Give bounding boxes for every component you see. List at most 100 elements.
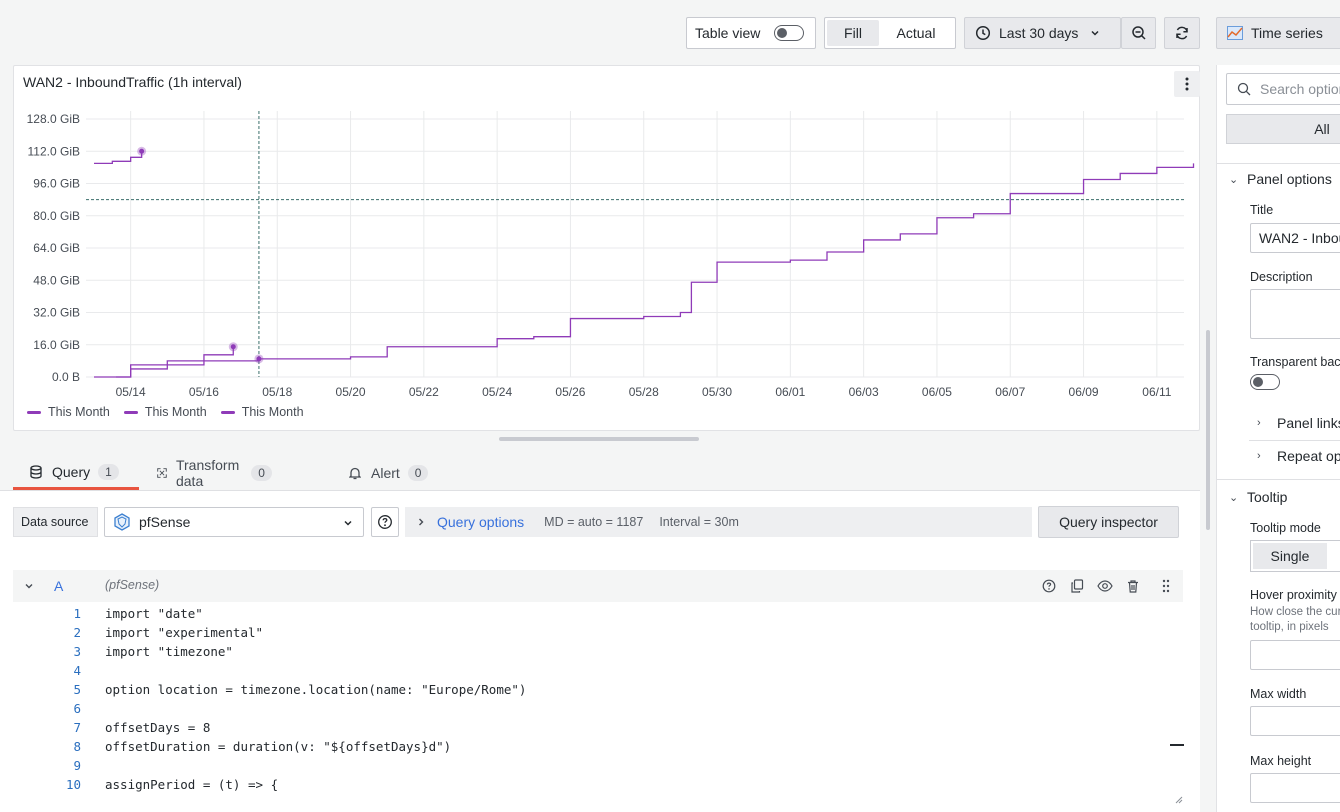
chevron-right-icon — [419, 518, 424, 526]
x-tick-label: 06/05 — [922, 385, 952, 399]
pane-resize-handle[interactable] — [499, 437, 699, 441]
drag-handle-icon[interactable] — [1161, 579, 1171, 593]
collapse-chevron-icon[interactable] — [24, 581, 34, 591]
query-row-header: A (pfSense) — [13, 570, 1183, 602]
max-height-label: Max height — [1250, 754, 1312, 768]
x-tick-label: 05/14 — [116, 385, 146, 399]
series-line — [94, 151, 143, 164]
divider — [1217, 479, 1340, 480]
legend-item[interactable]: This Month — [220, 405, 304, 419]
query-ref-id[interactable]: A — [54, 578, 63, 594]
legend-label: This Month — [48, 405, 110, 419]
legend-label: This Month — [144, 405, 207, 419]
query-options-bar[interactable]: Query options MD = auto = 1187 Interval … — [405, 507, 1032, 537]
transform-icon — [157, 468, 167, 478]
query-options-label[interactable]: Query options — [437, 514, 524, 530]
help-icon[interactable] — [1042, 579, 1056, 593]
code-text: offsetDuration = duration(v: "${offsetDa… — [105, 739, 452, 754]
table-view-toggle[interactable]: Table view — [686, 17, 816, 49]
hover-proximity-desc: How close the cursor must be to a point … — [1250, 606, 1340, 618]
transparent-toggle[interactable] — [1250, 374, 1280, 390]
y-tick-label: 16.0 GiB — [33, 338, 80, 352]
description-textarea[interactable] — [1250, 289, 1340, 339]
chart-panel: WAN2 - InboundTraffic (1h interval) 128.… — [13, 65, 1200, 431]
y-tick-label: 0.0 B — [52, 370, 80, 384]
line-number: 4 — [73, 663, 81, 678]
line-number: 1 — [73, 606, 81, 621]
time-series-chart[interactable]: 128.0 GiB 112.0 GiB 96.0 GiB 80.0 GiB 64.0 G… — [14, 66, 1201, 432]
max-data-points-text: MD = auto = 1187 — [544, 515, 644, 529]
legend-swatch — [27, 410, 41, 414]
table-view-label: Table view — [695, 25, 761, 41]
line-number: 7 — [73, 720, 81, 735]
options-resize-handle[interactable] — [1206, 330, 1210, 530]
tab-alert[interactable]: Alert 0 — [349, 456, 429, 490]
code-text: assignPeriod = (t) => { — [105, 777, 279, 792]
bell-icon — [349, 467, 361, 480]
y-tick-label: 112.0 GiB — [28, 144, 80, 158]
legend-label: This Month — [241, 405, 304, 419]
refresh-button[interactable] — [1164, 17, 1200, 49]
line-number: 5 — [73, 682, 81, 697]
minimize-icon[interactable] — [1170, 744, 1184, 746]
hover-proximity-input[interactable] — [1250, 640, 1340, 670]
title-input[interactable]: WAN2 - InboundTraffic (1h interval) — [1250, 223, 1340, 253]
options-search[interactable]: Search options — [1226, 73, 1340, 105]
table-view-switch[interactable] — [774, 25, 805, 41]
code-text: import "timezone" — [105, 644, 233, 659]
visualization-picker[interactable]: Time series — [1216, 17, 1340, 49]
datasource-select[interactable]: pfSense — [104, 507, 364, 537]
title-label: Title — [1250, 203, 1274, 217]
pfsense-icon — [114, 513, 130, 531]
fill-actual-group: Fill Actual — [824, 17, 956, 49]
chevron-right-icon: › — [1257, 417, 1261, 429]
x-tick-label: 06/01 — [775, 385, 805, 399]
options-filter-all[interactable]: All — [1226, 114, 1340, 144]
panel-links-section[interactable]: › Panel links — [1257, 415, 1340, 431]
code-text: option location = timezone.location(name… — [105, 682, 527, 697]
actual-button[interactable]: Actual — [879, 20, 953, 46]
tab-transform-label: Transform data — [175, 457, 240, 489]
code-editor[interactable]: 1 import "date" 2 import "experimental" 3 imp… — [13, 606, 1184, 806]
hover-proximity-label: Hover proximity — [1250, 588, 1337, 602]
hover-point — [230, 344, 236, 350]
max-width-input[interactable] — [1250, 706, 1340, 736]
datasource-help-button[interactable] — [371, 507, 399, 537]
x-tick-label: 05/22 — [409, 385, 439, 399]
chevron-down-icon: ⌄ — [1229, 491, 1239, 504]
fill-button[interactable]: Fill — [827, 20, 879, 46]
legend-item[interactable]: This Month — [27, 405, 110, 419]
tab-transform[interactable]: Transform data 0 — [157, 456, 272, 490]
hover-proximity-desc-2: tooltip, in pixels — [1250, 621, 1329, 633]
zoom-out-button[interactable] — [1121, 17, 1156, 49]
x-tick-label: 05/18 — [262, 385, 292, 399]
duplicate-icon[interactable] — [1070, 579, 1084, 593]
y-tick-label: 80.0 GiB — [33, 209, 80, 223]
tooltip-mode-label: Tooltip mode — [1250, 521, 1321, 535]
line-number: 2 — [73, 625, 81, 640]
panel-options-section[interactable]: ⌄ Panel options — [1229, 171, 1332, 187]
eye-icon[interactable] — [1097, 579, 1113, 593]
tooltip-label: Tooltip — [1247, 489, 1288, 505]
repeat-options-section[interactable]: › Repeat options — [1257, 448, 1340, 464]
query-inspector-button[interactable]: Query inspector — [1038, 506, 1179, 538]
y-tick-label: 48.0 GiB — [33, 273, 80, 287]
line-number: 9 — [73, 758, 81, 773]
clock-icon — [975, 25, 991, 41]
tooltip-section[interactable]: ⌄ Tooltip — [1229, 489, 1287, 505]
x-tick-label: 05/26 — [555, 385, 585, 399]
tab-query[interactable]: Query 1 — [13, 456, 139, 490]
x-tick-label: 06/11 — [1142, 385, 1171, 399]
x-tick-label: 06/09 — [1069, 385, 1099, 399]
trash-icon[interactable] — [1126, 579, 1140, 593]
tooltip-mode-single[interactable]: Single — [1253, 543, 1327, 569]
code-text: import "experimental" — [105, 625, 264, 640]
tab-transform-count: 0 — [251, 465, 272, 481]
time-range-picker[interactable]: Last 30 days — [964, 17, 1121, 49]
line-number: 3 — [73, 644, 81, 659]
max-height-input[interactable] — [1250, 773, 1340, 803]
divider — [1249, 440, 1340, 441]
tab-query-count: 1 — [98, 463, 119, 480]
legend-item[interactable]: This Month — [123, 405, 207, 419]
resize-grip-icon[interactable] — [1173, 794, 1183, 804]
